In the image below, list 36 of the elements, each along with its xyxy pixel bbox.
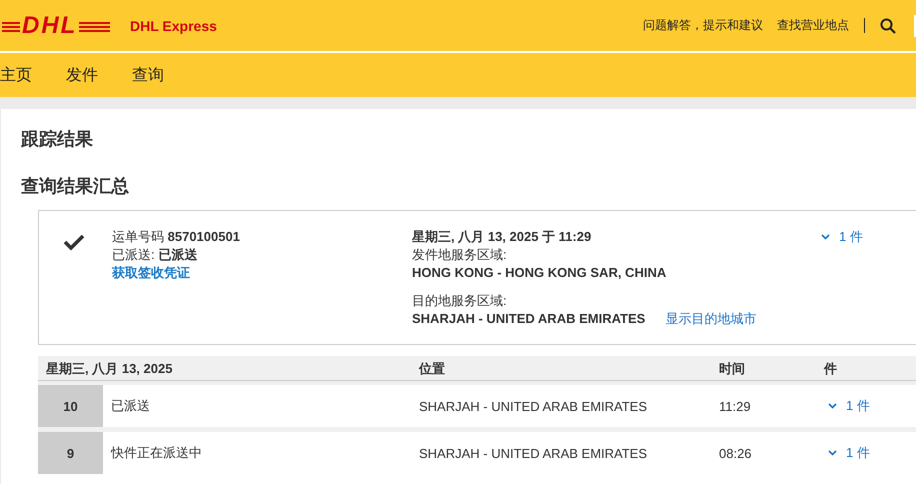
section-title: 查询结果汇总: [21, 175, 130, 198]
column-header: 星期三, 八月 13, 2025: [46, 360, 174, 378]
event-number: 9: [38, 432, 103, 474]
event-description: 已派送: [110, 397, 151, 415]
chevron-down-icon: [821, 234, 830, 240]
event-time: 11:29: [718, 398, 752, 414]
nav-link[interactable]: 主页: [0, 64, 32, 86]
pieces-link[interactable]: 1 件: [824, 397, 916, 415]
search-icon[interactable]: [880, 18, 896, 34]
pieces-link[interactable]: 1 件: [821, 228, 916, 246]
proof-link[interactable]: 获取签收凭证: [112, 265, 190, 280]
destination-value: SHARJAH - UNITED ARAB EMIRATES: [412, 310, 646, 328]
origin-value: HONG KONG - HONG KONG SAR, CHINA: [412, 265, 666, 280]
destination-link[interactable]: 显示目的地城市: [665, 310, 756, 328]
chevron-down-icon: [828, 403, 837, 409]
status-text: 已派送: 已派送: [112, 246, 198, 264]
header-link[interactable]: 查找营业地点: [777, 17, 849, 34]
origin-label: 发件地服务区域:: [412, 246, 508, 264]
pieces-link[interactable]: 1 件: [824, 444, 916, 462]
event-location: SHARJAH - UNITED ARAB EMIRATES: [418, 446, 648, 460]
waybill-number: 运单号码 8570100501: [112, 228, 241, 246]
brand-name: DHL Express: [130, 18, 217, 34]
event-number: 10: [38, 385, 103, 427]
event-time: 08:26: [718, 446, 753, 460]
event-description: 快件正在派送中: [110, 444, 203, 462]
nav-link[interactable]: 查询: [132, 64, 164, 86]
page-title: 跟踪结果: [21, 128, 94, 151]
nav-link[interactable]: 发件: [66, 64, 98, 86]
column-header: 位置: [419, 360, 446, 378]
delivery-datetime: 星期三, 八月 13, 2025 于 11:29: [412, 229, 592, 244]
column-header: 件: [824, 360, 838, 378]
destination-label: 目的地服务区域:: [412, 292, 508, 310]
chevron-down-icon: [828, 450, 837, 456]
event-location: SHARJAH - UNITED ARAB EMIRATES: [418, 398, 648, 414]
column-header: 时间: [719, 360, 746, 378]
header-link[interactable]: 问题解答，提示和建议: [643, 17, 763, 34]
